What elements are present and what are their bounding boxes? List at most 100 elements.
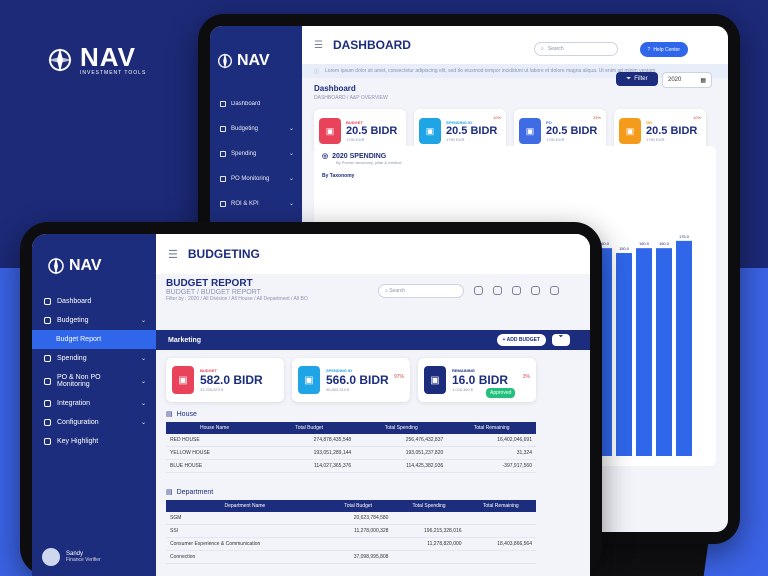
sidebar-item-label: Budgeting [231,125,259,132]
year-select[interactable]: 2020 ▦ [662,72,712,88]
chevron-down-icon: ⌄ [140,318,146,324]
table-row[interactable]: SGM 20,623,784,580 [166,512,536,525]
sidebar-item[interactable]: Dashboard [210,92,302,116]
bar-data-label: 150.0 [619,246,630,251]
kpi-sub: 1750 EUR [446,137,465,142]
sidebar-item[interactable]: PO Monitoring ⌄ [210,166,302,191]
table-row[interactable]: YELLOW HOUSE 193,051,289,144 193,051,237,8… [166,446,536,460]
table-cell: BLUE HOUSE [166,459,264,473]
sidebar-item[interactable]: Budgeting ⌄ [32,311,156,330]
settings-icon[interactable] [550,286,559,295]
table-cell: 114,027,365,376 [263,459,356,473]
sidebar-item[interactable]: Dashboard [32,292,156,311]
table-header-row: House Name Total Budget Total Spending Tota… [166,422,536,434]
help-icon: ? [647,46,651,53]
column-header: Total Remaining [465,500,536,512]
table-cell [465,512,536,525]
chart-bar [676,240,692,456]
mail-icon[interactable] [493,286,502,295]
filter-icon: ⏷ [626,75,632,82]
chevron-down-icon: ⌄ [140,356,146,362]
chart-icon [220,200,226,207]
table-cell: 11,278,820,000 [392,537,466,551]
sidebar-item[interactable]: PO & Non PO Monitoring ⌄ [32,368,156,394]
info-icon: ⓘ [314,69,320,75]
sidebar-item-label: Dashboard [231,101,261,107]
add-budget-button[interactable]: + ADD BUDGET [496,334,546,346]
kpi-icon: ▣ [619,118,641,144]
user-profile[interactable]: Sandy Finance Verifier [42,548,101,566]
wallet-icon [220,125,226,132]
menu-icon[interactable]: ☰ [314,40,323,51]
table-cell [323,537,393,551]
search-input[interactable]: ⌕ Search [378,284,464,298]
breadcrumb: BUDGET / BUDGET REPORT [166,289,261,296]
table-cell: Connection [166,550,324,564]
table-row[interactable]: RED HOUSE 274,878,435,548 256,476,432,837 1… [166,434,536,447]
nav-icon [44,355,51,362]
sidebar-item[interactable]: Budget Report [32,330,156,349]
cart-icon [220,175,226,182]
sidebar-item[interactable]: Key Highlight [32,432,156,451]
table-cell: Consumer Experience & Communication [166,537,324,551]
sidebar-item-label: PO & Non PO Monitoring [56,374,101,388]
sidebar-item-label: Key Highlight [57,438,99,445]
page-title: BUDGETING [187,247,260,261]
report-title: BUDGET REPORT [166,278,253,289]
table-cell [392,550,466,564]
kpi-cards: ▣ BUDGET 582.0 BIDR 33,326,873 € ▣ SPENDING I… [166,358,536,402]
sidebar-logo: NAV [210,52,302,70]
kpi-value: 566.0 BIDR [326,373,389,387]
kpi-icon: ▣ [172,366,194,394]
table-cell: 18,403,866,564 [465,537,536,551]
search-input[interactable]: ⌕ Search [534,42,618,56]
sidebar-item-label: Dashboard [57,298,92,305]
grid-icon [220,101,226,107]
kpi-percent: 3% [522,374,530,380]
compass-logo-icon [218,52,232,70]
sidebar-item-label: Budgeting [57,317,89,324]
table-row[interactable]: BLUE HOUSE 114,027,365,376 114,425,382,936… [166,459,536,473]
front-sidebar-nav: Dashboard Budgeting ⌄ Budget Report Spending… [32,292,156,451]
nav-icon [44,317,51,324]
nav-icon [44,298,51,305]
bar-data-label: 160.0 [659,241,670,246]
table-row[interactable]: SSI 11,278,000,328 196,215,328,016 [166,524,536,538]
table-row[interactable]: Consumer Experience & Communication 11,27… [166,537,536,551]
menu-icon[interactable]: ☰ [168,248,178,261]
sidebar-item[interactable]: Spending ⌄ [210,141,302,166]
table-cell: 256,476,432,837 [355,434,448,447]
sidebar-item[interactable]: ROI & KPI ⌄ [210,191,302,216]
filter-label: Filter [634,76,648,82]
sidebar-item[interactable]: Budgeting ⌄ [210,116,302,141]
report-heading: BUDGET REPORT BUDGET / BUDGET REPORT Fil… [166,278,308,302]
avatar [42,548,60,566]
bell-icon[interactable] [531,286,540,295]
sidebar-item-label: Spending [231,150,257,157]
house-section-title: ▤ House [166,410,197,419]
filter-button[interactable]: ⏷ Filter [616,72,658,86]
filter-icon[interactable]: ⏷ [552,334,570,346]
banner-text: Lorem ipsum dolor sit amet, consectetur … [325,68,656,74]
kpi-card: ▣ BUDGET 582.0 BIDR 33,326,873 € [166,358,284,402]
bar-data-label: 175.0 [679,234,690,239]
sidebar-item[interactable]: Spending ⌄ [32,349,156,368]
column-header: Total Remaining [447,422,536,434]
search-placeholder: Search [389,288,406,294]
kpi-percent: 97% [393,374,404,380]
status-badge: Approved [486,388,516,398]
sidebar-item[interactable]: Integration ⌄ [32,394,156,413]
front-tablet: NAV Dashboard Budgeting ⌄ Budget Report Spen… [20,222,602,576]
help-center-button[interactable]: ? Help Center [639,42,688,57]
table-cell: 20,623,784,580 [323,512,393,525]
column-header: House Name [166,422,264,434]
archive-icon[interactable] [512,286,521,295]
sidebar-item[interactable]: Configuration ⌄ [32,413,156,432]
kpi-text: BUDGET 582.0 BIDR 33,326,873 € [200,368,263,392]
brand-name: NAV [80,42,136,72]
table-row[interactable]: Connection 37,098,995,808 [166,550,536,564]
kpi-value: 20.5 BIDR [646,125,698,137]
table-cell: 31,324 [447,446,536,460]
sidebar-item-label: Configuration [57,419,99,426]
chat-icon[interactable] [474,286,483,295]
